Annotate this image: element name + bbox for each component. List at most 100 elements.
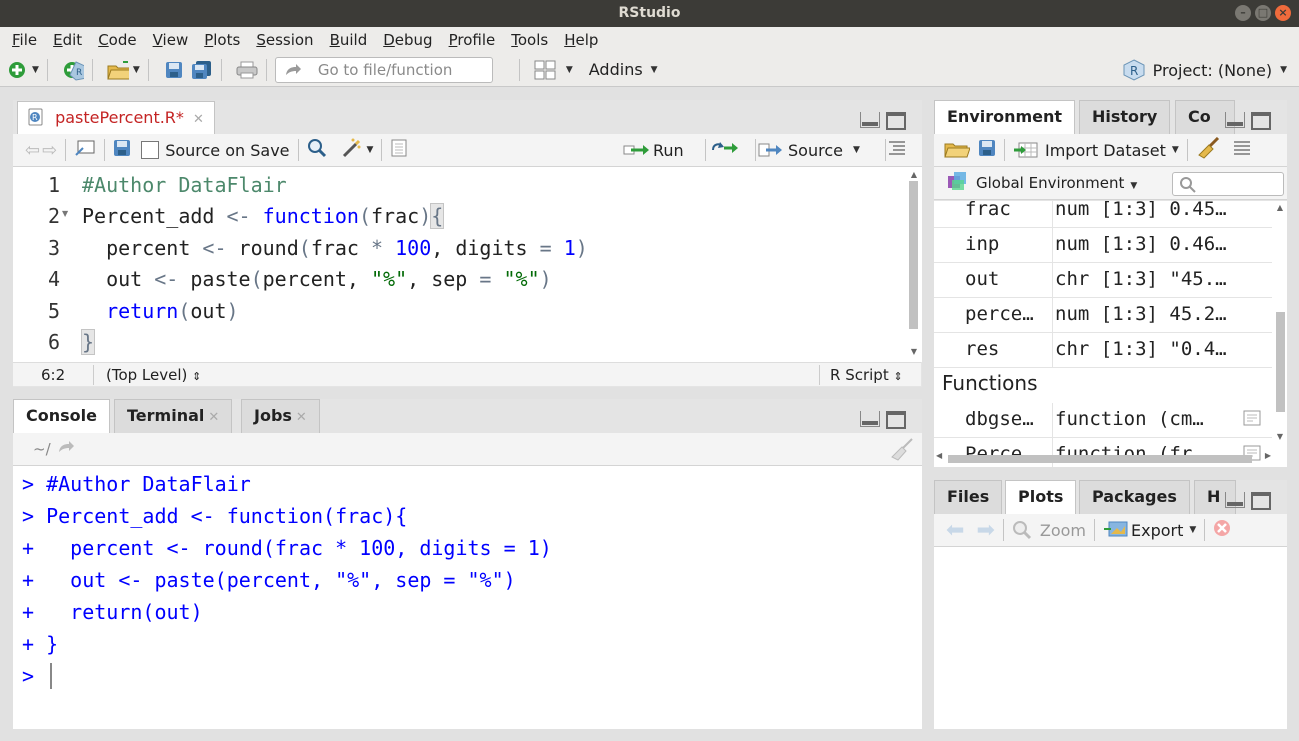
open-folder-icon[interactable] — [107, 60, 129, 80]
environment-horizontal-scrollbar[interactable]: ◀ ▶ — [936, 453, 1271, 463]
scope-selector[interactable]: (Top Level) ⇕ — [106, 366, 201, 384]
maximize-pane-icon[interactable] — [886, 112, 906, 130]
previous-plot-icon[interactable]: ⬅ — [946, 518, 964, 543]
open-folder-dropdown-icon[interactable]: ▼ — [133, 65, 140, 75]
save-workspace-icon[interactable] — [978, 139, 996, 161]
clear-workspace-broom-icon[interactable] — [1196, 137, 1220, 163]
minimize-pane-icon[interactable] — [860, 112, 880, 128]
source-on-save-checkbox[interactable] — [141, 141, 159, 159]
code-tools-dropdown-icon[interactable]: ▼ — [367, 145, 374, 155]
tab-files[interactable]: Files — [934, 480, 1002, 514]
env-variable-row[interactable]: reschr [1:3] "0.4… — [934, 333, 1272, 368]
toolbar-divider — [92, 59, 93, 81]
console-cursor — [50, 663, 52, 689]
source-button[interactable]: Source ▼ — [758, 141, 860, 160]
minimize-window-button[interactable]: – — [1235, 5, 1251, 21]
list-view-icon[interactable] — [1232, 140, 1252, 160]
project-menu[interactable]: R Project: (None) ▼ — [1123, 59, 1287, 81]
menu-debug[interactable]: Debug — [375, 31, 440, 49]
maximize-window-button[interactable]: □ — [1255, 5, 1271, 21]
save-all-icon[interactable] — [191, 60, 213, 80]
editor-tab-pastepercent[interactable]: R pastePercent.R* ✕ — [17, 101, 215, 136]
pane-layout-dropdown-icon[interactable]: ▼ — [566, 65, 573, 75]
remove-plot-icon[interactable] — [1213, 519, 1231, 541]
menu-profile[interactable]: Profile — [441, 31, 504, 49]
toolbar-divider — [266, 59, 267, 81]
zoom-button[interactable]: Zoom — [1012, 520, 1086, 540]
show-in-window-icon[interactable] — [74, 139, 96, 161]
menu-help[interactable]: Help — [556, 31, 606, 49]
compile-report-icon[interactable] — [390, 139, 408, 161]
next-plot-icon[interactable]: ➡ — [976, 518, 994, 543]
tab-console[interactable]: Console — [13, 399, 110, 434]
maximize-pane-icon[interactable] — [886, 411, 906, 429]
addins-dropdown-icon[interactable]: ▼ — [651, 65, 658, 75]
search-icon[interactable] — [307, 138, 327, 162]
tab-packages[interactable]: Packages — [1079, 480, 1190, 514]
save-file-icon[interactable] — [113, 139, 131, 161]
run-button[interactable]: Run — [623, 141, 684, 160]
pane-layout-icon[interactable] — [534, 60, 556, 80]
import-dataset-button[interactable]: Import Dataset ▼ — [1013, 141, 1179, 160]
toolbar-divider — [381, 139, 382, 161]
rerun-icon[interactable] — [710, 140, 740, 160]
fold-toggle-icon[interactable]: ▼ — [62, 209, 68, 218]
export-button[interactable]: Export ▼ — [1103, 520, 1196, 540]
tab-history[interactable]: History — [1079, 100, 1170, 134]
close-tab-icon[interactable]: ✕ — [208, 410, 219, 425]
addins-menu[interactable]: Addins — [589, 60, 643, 79]
tab-environment[interactable]: Environment — [934, 100, 1075, 135]
menu-code[interactable]: Code — [90, 31, 144, 49]
svg-text:R: R — [32, 113, 38, 122]
console-working-dir: ~/ — [33, 440, 51, 458]
new-project-icon[interactable]: R — [62, 60, 84, 80]
clear-console-broom-icon[interactable] — [888, 437, 914, 465]
tab-terminal[interactable]: Terminal ✕ — [114, 399, 232, 433]
menu-plots[interactable]: Plots — [196, 31, 248, 49]
menu-tools[interactable]: Tools — [503, 31, 556, 49]
minimize-pane-icon[interactable] — [1225, 112, 1245, 128]
close-window-button[interactable]: × — [1275, 5, 1291, 21]
maximize-pane-icon[interactable] — [1251, 112, 1271, 130]
maximize-pane-icon[interactable] — [1251, 492, 1271, 510]
console-prompt[interactable]: > — [22, 664, 46, 688]
environment-scope-selector[interactable]: Global Environment▼ — [976, 174, 1137, 192]
file-type-selector[interactable]: R Script ⇕ — [830, 366, 903, 384]
go-to-arrow-icon — [284, 63, 302, 77]
minimize-pane-icon[interactable] — [860, 411, 880, 427]
editor-scrollbar[interactable]: ▲ ▼ — [909, 170, 919, 360]
environment-scrollbar[interactable]: ▲ ▼ — [1274, 203, 1286, 448]
new-file-dropdown-icon[interactable]: ▼ — [32, 65, 39, 75]
tab-jobs[interactable]: Jobs✕ — [241, 399, 320, 433]
env-variable-name: res — [965, 338, 1053, 360]
env-variable-row[interactable]: inpnum [1:3] 0.46… — [934, 228, 1272, 263]
go-to-dir-icon[interactable] — [57, 440, 75, 458]
load-workspace-icon[interactable] — [944, 138, 970, 162]
close-tab-icon[interactable]: ✕ — [193, 112, 204, 127]
code-tools-wand-icon[interactable] — [341, 138, 363, 162]
menu-edit[interactable]: Edit — [45, 31, 90, 49]
env-variable-row[interactable]: outchr [1:3] "45.… — [934, 263, 1272, 298]
minimize-pane-icon[interactable] — [1225, 492, 1245, 508]
code-line: } — [82, 330, 95, 354]
tab-plots[interactable]: Plots — [1005, 480, 1076, 515]
import-dataset-icon — [1013, 141, 1039, 159]
view-function-icon[interactable] — [1242, 409, 1262, 432]
close-tab-icon[interactable]: ✕ — [296, 410, 307, 425]
menu-session[interactable]: Session — [248, 31, 321, 49]
forward-arrow-icon[interactable]: ⇨ — [42, 140, 57, 161]
tab-terminal-label: Terminal — [127, 406, 204, 425]
back-arrow-icon[interactable]: ⇦ — [25, 140, 40, 161]
menu-file[interactable]: File — [4, 31, 45, 49]
go-to-file-input[interactable]: Go to file/function — [275, 57, 493, 83]
env-variable-row[interactable]: perce…num [1:3] 45.2… — [934, 298, 1272, 333]
print-icon[interactable] — [236, 60, 258, 80]
document-outline-icon[interactable] — [887, 140, 907, 160]
new-file-icon[interactable] — [6, 60, 28, 80]
menu-view[interactable]: View — [145, 31, 197, 49]
save-icon[interactable] — [163, 60, 185, 80]
env-variable-row[interactable]: fracnum [1:3] 0.45… — [934, 201, 1272, 228]
menu-build[interactable]: Build — [322, 31, 376, 49]
environment-search-input[interactable] — [1172, 172, 1284, 196]
env-function-row[interactable]: dbgse…function (cm… — [934, 403, 1272, 438]
